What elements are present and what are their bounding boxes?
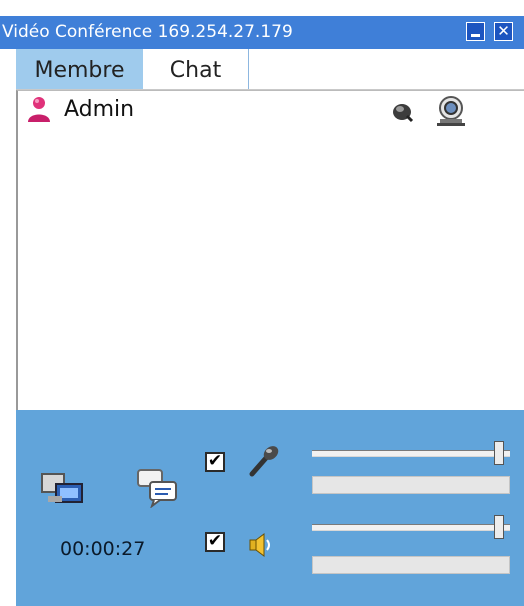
speaker-level-meter xyxy=(312,556,510,574)
control-panel: ✔ ✔ 00:00:27 xyxy=(16,410,524,606)
speaker-enable-checkbox[interactable]: ✔ xyxy=(205,532,225,552)
speaker-volume-slider[interactable] xyxy=(312,515,510,539)
close-button[interactable]: ✕ xyxy=(494,22,513,41)
title-bar: Vidéo Conférence 169.254.27.179 ✕ xyxy=(0,16,524,49)
tab-chat[interactable]: Chat xyxy=(143,49,249,89)
chat-bubbles-icon[interactable] xyxy=(136,468,180,508)
user-icon xyxy=(28,97,50,122)
microphone-enable-checkbox[interactable]: ✔ xyxy=(205,452,225,472)
member-list: Admin xyxy=(16,90,524,410)
call-timer: 00:00:27 xyxy=(60,538,146,560)
speaker-icon xyxy=(249,533,270,557)
microphone-volume-thumb[interactable] xyxy=(494,441,504,465)
microphone-icon[interactable] xyxy=(390,101,414,123)
speaker-volume-thumb[interactable] xyxy=(494,515,504,539)
microphone-volume-slider[interactable] xyxy=(312,441,510,465)
minimize-icon xyxy=(471,34,480,37)
minimize-button[interactable] xyxy=(466,22,485,41)
list-item[interactable]: Admin xyxy=(18,91,524,127)
close-icon: ✕ xyxy=(497,22,510,40)
webcam-icon[interactable] xyxy=(434,95,468,127)
tab-bar: Membre Chat xyxy=(16,49,524,90)
microphone-icon xyxy=(249,446,279,477)
window-title: Vidéo Conférence 169.254.27.179 xyxy=(2,22,293,42)
microphone-level-meter xyxy=(312,476,510,494)
screen-share-icon[interactable] xyxy=(40,472,86,508)
tab-membre[interactable]: Membre xyxy=(16,49,143,89)
member-name: Admin xyxy=(64,97,135,122)
